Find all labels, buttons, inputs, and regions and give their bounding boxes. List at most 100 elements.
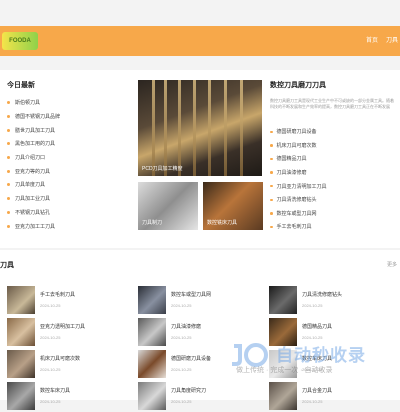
bullet-icon <box>7 210 10 214</box>
bullet-icon <box>7 101 10 105</box>
list-item[interactable]: 德国精品刀具 <box>270 152 395 166</box>
list-item-label: 亚克力加工工刀具 <box>15 223 56 230</box>
list-item-label: 膳世刀具加工刀具 <box>15 127 56 134</box>
right-article-title[interactable]: 数控刀具磨刀刀具 <box>270 80 326 90</box>
list-item[interactable]: 手工去毛刺刀具 <box>270 220 395 234</box>
list-item-label: 机床刀具可磨次数 <box>276 142 317 149</box>
bullet-icon <box>270 212 273 215</box>
featured-image-cutlery[interactable]: PCD刀具加工精度 <box>138 80 262 176</box>
list-item-label: 刀具油漆修磨 <box>276 170 307 177</box>
bullet-icon <box>270 171 273 174</box>
main-nav: 首页 刀具 <box>366 35 398 44</box>
list-item-label: 不锈钢刀具钻孔 <box>15 209 51 216</box>
bullet-icon <box>7 142 10 146</box>
bullet-icon <box>7 115 10 119</box>
card-title: 刀具合金刀具 <box>302 388 333 394</box>
bullet-icon <box>270 157 273 161</box>
list-item-label: 斯伯顿刀具 <box>15 100 41 107</box>
list-item-label: 亚克力等的刀具 <box>15 168 51 175</box>
card-title: 德国研磨刀具设备 <box>171 356 212 362</box>
card-thumbnail <box>138 350 166 378</box>
hero-section: 今日最新 斯伯顿刀具 德国不锈钢刀具品牌 膳世刀具加工刀具 黑色加工用的刀具 刀… <box>0 70 400 248</box>
top-header: FOODA 首页 刀具 <box>0 26 400 56</box>
list-item[interactable]: 刀具介绍刀口 <box>7 151 129 165</box>
list-item[interactable]: 刀具加工业刀具 <box>7 192 129 206</box>
list-item[interactable]: 膳世刀具加工刀具 <box>7 123 129 137</box>
featured-caption: 刀具制刀 <box>142 220 163 226</box>
card-thumbnail <box>269 350 297 378</box>
card-thumbnail <box>269 286 297 314</box>
card-thumbnail <box>7 318 35 346</box>
article-card[interactable]: 亚克力透明加工刀具 2024-10-25 <box>7 318 132 348</box>
card-date: 2024-10-25 <box>171 303 192 308</box>
article-card[interactable]: 数控车或型刀具网 2024-10-25 <box>138 286 263 316</box>
card-date: 2024-10-25 <box>302 367 323 372</box>
right-article-list: 德国研磨刀具设备 机床刀具可磨次数 德国精品刀具 刀具油漆修磨 刀具亚力清明加工… <box>270 125 395 234</box>
featured-caption: PCD刀具加工精度 <box>142 166 183 172</box>
article-card[interactable]: 数控车床刀具 2024-10-25 <box>7 382 132 412</box>
bullet-icon <box>7 224 10 228</box>
list-item[interactable]: 亚克力加工工刀具 <box>7 219 129 233</box>
list-item[interactable]: 德国研磨刀具设备 <box>270 125 395 139</box>
list-item[interactable]: 刀具亚力清明加工刀具 <box>270 179 395 193</box>
article-card[interactable]: 数控车床刀具 2024-10-25 <box>269 350 394 380</box>
list-item-label: 刀具加工业刀具 <box>15 196 51 203</box>
list-item[interactable]: 黑色加工用的刀具 <box>7 137 129 151</box>
bullet-icon <box>270 225 273 229</box>
bullet-icon <box>7 156 10 160</box>
article-card[interactable]: 德国精品刀具 2024-10-25 <box>269 318 394 348</box>
bullet-icon <box>7 128 10 132</box>
card-title: 刀具清洗修磨钻头 <box>302 292 343 298</box>
tools-title: 刀具 <box>0 262 14 269</box>
bullet-icon <box>270 198 273 202</box>
list-item[interactable]: 不锈钢刀具钻孔 <box>7 206 129 220</box>
list-item-label: 德国研磨刀具设备 <box>276 129 317 136</box>
bullet-icon <box>7 183 10 187</box>
featured-image-knives[interactable]: 数控铣床刀具 <box>203 182 263 230</box>
article-card[interactable]: 手工去毛刺刀具 2024-10-25 <box>7 286 132 316</box>
site-logo[interactable]: FOODA <box>2 32 38 50</box>
today-latest-title: 今日最新 <box>7 82 35 89</box>
list-item-label: 刀具单度刀具 <box>15 182 46 189</box>
card-date: 2024-10-25 <box>40 303 61 308</box>
card-title: 刀具角度研究刀 <box>171 388 207 394</box>
article-card[interactable]: 刀具清洗修磨钻头 2024-10-25 <box>269 286 394 316</box>
list-item[interactable]: 德国不锈钢刀具品牌 <box>7 110 129 124</box>
card-thumbnail <box>7 382 35 410</box>
list-item[interactable]: 刀具油漆修磨 <box>270 166 395 180</box>
card-date: 2024-10-25 <box>40 335 61 340</box>
list-item[interactable]: 机床刀具可磨次数 <box>270 139 395 153</box>
card-thumbnail <box>7 286 35 314</box>
list-item[interactable]: 刀具清洗修磨钻头 <box>270 193 395 207</box>
list-item-label: 黑色加工用的刀具 <box>15 141 56 148</box>
card-date: 2024-10-25 <box>171 335 192 340</box>
list-item[interactable]: 刀具单度刀具 <box>7 178 129 192</box>
card-title: 数控车床刀具 <box>40 388 71 394</box>
article-card[interactable]: 德国研磨刀具设备 2024-10-25 <box>138 350 263 380</box>
article-card[interactable]: 刀具合金刀具 2024-10-25 <box>269 382 394 412</box>
card-thumbnail <box>269 382 297 410</box>
featured-image-forks[interactable]: 刀具制刀 <box>138 182 198 230</box>
bullet-icon <box>270 144 273 147</box>
list-item-label: 刀具亚力清明加工刀具 <box>276 183 327 190</box>
card-thumbnail <box>138 318 166 346</box>
list-item-label: 刀具介绍刀口 <box>15 155 46 162</box>
list-item-label: 手工去毛刺刀具 <box>276 224 312 231</box>
more-link[interactable]: 更多 <box>387 261 397 268</box>
card-date: 2024-10-25 <box>302 335 323 340</box>
card-date: 2024-10-25 <box>40 367 61 372</box>
tools-section: 刀具 更多 手工去毛刺刀具 2024-10-25 数控车或型刀具网 2024-1… <box>0 250 400 410</box>
card-thumbnail <box>269 318 297 346</box>
list-item-label: 德国精品刀具 <box>276 156 307 163</box>
card-title: 德国精品刀具 <box>302 324 333 330</box>
list-item[interactable]: 数控车或型刀具网 <box>270 207 395 221</box>
article-card[interactable]: 刀具油漆修磨 2024-10-25 <box>138 318 263 348</box>
nav-knives[interactable]: 刀具 <box>386 35 398 44</box>
nav-home[interactable]: 首页 <box>366 35 378 44</box>
article-card[interactable]: 机床刀具可磨次数 2024-10-25 <box>7 350 132 380</box>
list-item[interactable]: 亚克力等的刀具 <box>7 164 129 178</box>
bullet-icon <box>7 169 10 173</box>
card-title: 刀具油漆修磨 <box>171 324 202 330</box>
article-card[interactable]: 刀具角度研究刀 2024-10-25 <box>138 382 263 412</box>
list-item[interactable]: 斯伯顿刀具 <box>7 96 129 110</box>
